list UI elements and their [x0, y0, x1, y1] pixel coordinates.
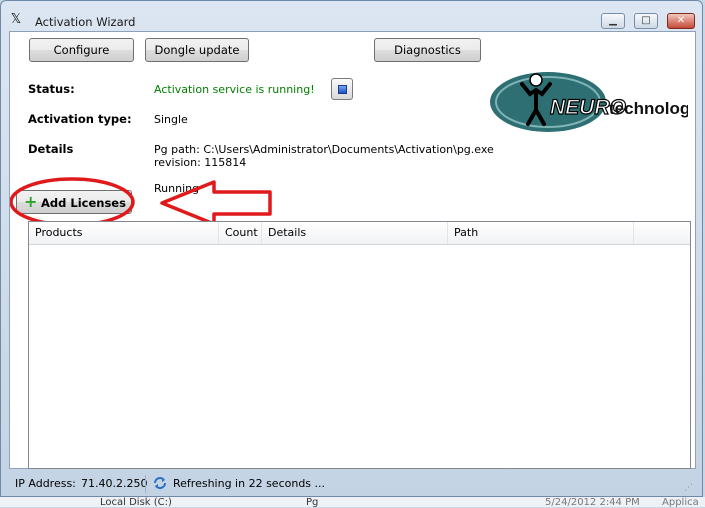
column-header-count[interactable]: Count — [219, 222, 262, 244]
stop-icon — [338, 85, 347, 94]
details-running: Running — [154, 182, 200, 195]
background-item-pg: Pg — [306, 497, 319, 508]
maximize-icon: □ — [641, 15, 651, 26]
status-separator — [145, 475, 146, 493]
details-revision: revision: 115814 — [154, 156, 247, 169]
refresh-icon — [154, 477, 166, 489]
minimize-icon: ▁ — [609, 15, 617, 26]
details-path: Pg path: C:\Users\Administrator\Document… — [154, 143, 494, 156]
plus-icon: + — [24, 192, 38, 211]
add-licenses-button[interactable]: + Add Licenses — [16, 190, 132, 214]
stop-service-button[interactable] — [331, 78, 353, 100]
window-title: Activation Wizard — [35, 15, 136, 29]
background-item-type: Applica — [662, 497, 699, 508]
licenses-table[interactable]: Products Count Details Path — [28, 221, 691, 469]
refresh-status-text: Refreshing in 22 seconds ... — [173, 477, 326, 490]
configure-button[interactable]: Configure — [29, 38, 134, 62]
diagnostics-button[interactable]: Diagnostics — [374, 38, 481, 62]
background-item-local-disk: Local Disk (C:) — [100, 497, 172, 508]
details-label: Details — [28, 142, 74, 156]
column-header-details[interactable]: Details — [262, 222, 448, 244]
resize-grip-icon[interactable]: ⋰ — [684, 483, 694, 493]
background-item-date: 5/24/2012 2:44 PM — [545, 497, 640, 508]
main-panel: Configure Dongle update Diagnostics Stat… — [9, 31, 696, 469]
activation-type-label: Activation type: — [28, 112, 132, 126]
activation-wizard-window: 𝕏 Activation Wizard ▁ □ ✕ Configure Dong… — [0, 0, 703, 497]
activation-type-value: Single — [154, 113, 188, 126]
status-value: Activation service is running! — [154, 83, 315, 96]
add-licenses-label: Add Licenses — [41, 196, 126, 210]
neurotechnology-logo: NEURO technology — [490, 72, 688, 132]
column-header-path[interactable]: Path — [448, 222, 634, 244]
ip-address-label: IP Address: — [15, 477, 76, 490]
app-icon[interactable]: 𝕏 — [9, 13, 23, 27]
minimize-button[interactable]: ▁ — [601, 13, 625, 29]
ip-address-value: 71.40.2.250 — [81, 477, 148, 490]
close-icon: ✕ — [676, 15, 686, 26]
status-label: Status: — [28, 82, 75, 96]
close-button[interactable]: ✕ — [667, 13, 695, 29]
logo-technology-text: technology — [609, 99, 688, 118]
column-header-products[interactable]: Products — [29, 222, 219, 244]
maximize-button[interactable]: □ — [634, 13, 658, 29]
table-header: Products Count Details Path — [29, 222, 690, 245]
dongle-update-button[interactable]: Dongle update — [145, 38, 249, 62]
status-bar: IP Address: 71.40.2.250 Refreshing in 22… — [9, 473, 696, 495]
